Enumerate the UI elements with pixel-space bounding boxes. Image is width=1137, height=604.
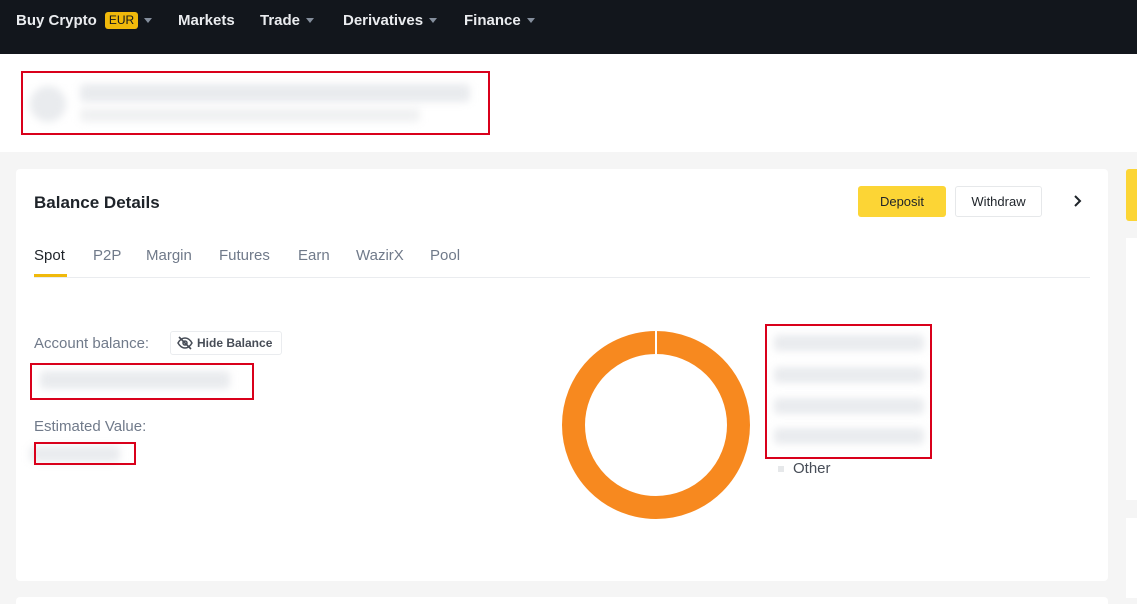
chevron-right-icon[interactable] — [1069, 193, 1085, 209]
redaction-box-header — [21, 71, 490, 135]
side-panel-lower — [1126, 518, 1137, 598]
tab-margin[interactable]: Margin — [146, 247, 192, 264]
nav-markets-label: Markets — [178, 11, 235, 29]
tab-futures[interactable]: Futures — [219, 247, 270, 264]
nav-trade[interactable]: Trade — [260, 11, 315, 29]
hide-balance-button[interactable]: Hide Balance — [170, 331, 282, 355]
account-balance-label: Account balance: — [34, 335, 150, 352]
tab-p2p[interactable]: P2P — [93, 247, 121, 264]
balance-tabs: Spot P2P Margin Futures Earn WazirX Pool — [34, 241, 1090, 278]
nav-finance[interactable]: Finance — [464, 11, 535, 29]
eye-slash-icon — [177, 336, 193, 350]
estimated-value-label: Estimated Value: — [34, 418, 147, 435]
tab-pool[interactable]: Pool — [430, 247, 460, 264]
caret-down-icon — [526, 17, 535, 23]
hide-balance-label: Hide Balance — [197, 336, 273, 350]
nav-derivatives[interactable]: Derivatives — [343, 11, 438, 29]
redaction-box-estimated — [34, 442, 136, 465]
nav-finance-label: Finance — [464, 11, 521, 29]
balance-details-card: Balance Details Deposit Withdraw Spot P2… — [16, 169, 1108, 581]
legend-other-swatch — [778, 466, 784, 472]
nav-buy-crypto-label: Buy Crypto — [16, 11, 97, 29]
card-title: Balance Details — [34, 193, 160, 212]
nav-markets[interactable]: Markets — [178, 11, 235, 29]
nav-derivatives-label: Derivatives — [343, 11, 424, 29]
redaction-box-balance — [30, 363, 254, 400]
tab-earn[interactable]: Earn — [298, 247, 330, 264]
active-tab-indicator — [34, 274, 67, 277]
tab-wazirx[interactable]: WazirX — [356, 247, 404, 264]
currency-badge: EUR — [104, 11, 139, 29]
nav-trade-label: Trade — [260, 11, 301, 29]
caret-down-icon — [306, 17, 315, 23]
next-card — [16, 597, 1108, 604]
caret-down-icon — [429, 17, 438, 23]
withdraw-button[interactable]: Withdraw — [955, 186, 1042, 217]
nav-buy-crypto[interactable]: Buy Crypto EUR — [16, 11, 153, 29]
side-panel — [1126, 238, 1137, 500]
redaction-box-legend — [765, 324, 932, 459]
legend-other-label: Other — [793, 460, 831, 477]
tab-spot[interactable]: Spot — [34, 247, 65, 264]
top-nav: Buy Crypto EUR Markets Trade Derivatives… — [0, 0, 1137, 54]
caret-down-icon — [144, 17, 153, 23]
deposit-button[interactable]: Deposit — [858, 186, 946, 217]
asset-donut-chart — [562, 331, 750, 519]
side-panel-button[interactable] — [1126, 169, 1137, 221]
